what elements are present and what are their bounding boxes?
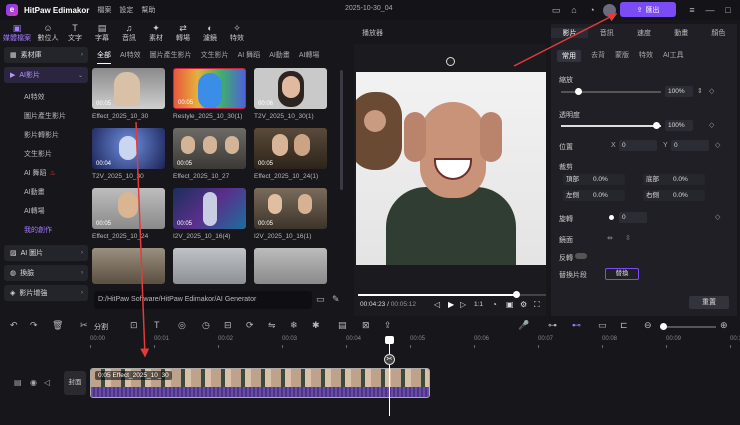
annotation-arrow: [513, 13, 618, 67]
app-window: e HitPaw Edimakor 檔案 設定 幫助 2025-10-30_04…: [0, 0, 740, 425]
annotation-arrows: [135, 13, 618, 358]
annotation-arrow: [135, 121, 150, 358]
